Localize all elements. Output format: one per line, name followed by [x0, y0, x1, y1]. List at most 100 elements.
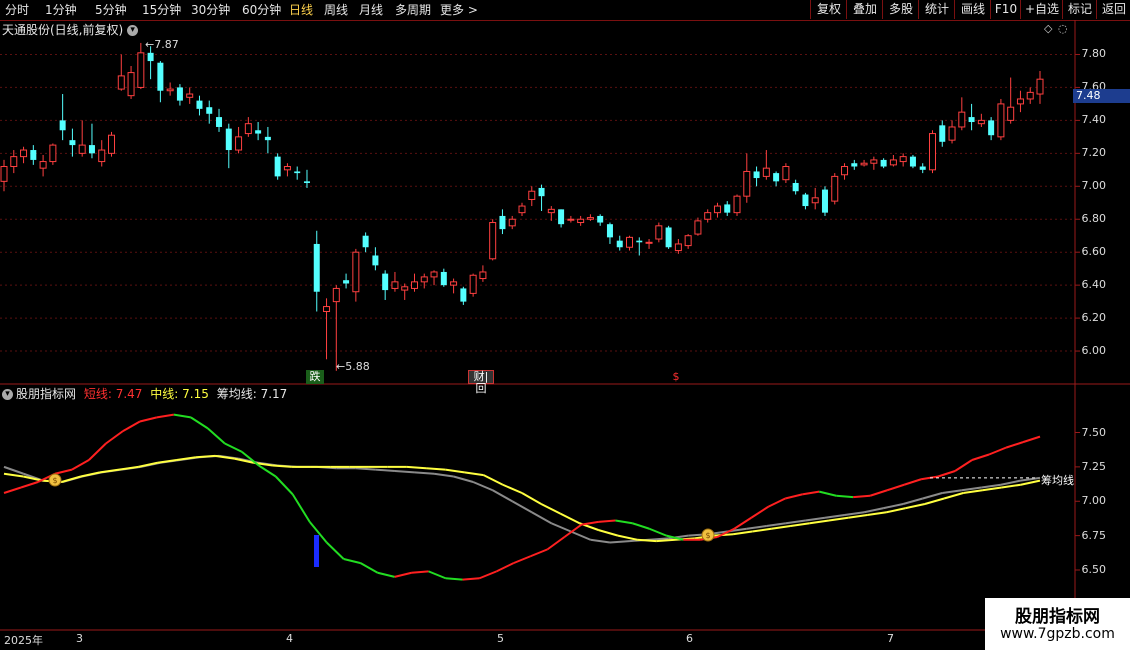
finance-marker[interactable]: 财|回: [468, 370, 494, 395]
low-value: 5.88: [345, 360, 370, 373]
short-line-segment: [343, 558, 361, 565]
low-annotation: ←5.88: [336, 360, 370, 373]
mid-line-segment: [559, 512, 581, 525]
chip-line-segment: [863, 507, 884, 514]
mid-line-segment: [118, 465, 139, 471]
short-line-segment: [954, 459, 973, 472]
candle-body: [1016, 98, 1024, 105]
chip-line-segment: [590, 538, 611, 544]
short-line-segment: [325, 541, 345, 560]
chip-line-segment: [472, 481, 494, 492]
candlestick-chart[interactable]: $$: [0, 0, 1130, 650]
mid-line-segment: [195, 454, 216, 459]
mid-line-segment: [905, 503, 926, 510]
short-line-segment: [802, 490, 820, 496]
mid-line-segment: [617, 534, 638, 541]
short-line-segment: [139, 416, 158, 423]
candle-body: [420, 276, 428, 283]
chip-line-segment: [355, 467, 376, 471]
mid-line-segment: [752, 527, 772, 533]
money-bag-icon-glyph: $: [52, 476, 57, 485]
chip-line-segment: [922, 492, 943, 500]
indicator-title: ▾ 股朋指标网 短线: 7.47 中线: 7.15 筹均线: 7.17: [2, 386, 287, 402]
short-line-segment: [546, 536, 566, 551]
price-axis-label: 6.60: [1081, 245, 1107, 259]
candle-body: [870, 159, 878, 164]
candle-body: [733, 195, 741, 214]
chip-line-segment: [531, 511, 552, 525]
candle-body: [479, 271, 487, 280]
chip-line-segment: [453, 475, 474, 483]
short-line-segment: [818, 490, 837, 497]
chip-line-segment: [746, 525, 767, 530]
candle-body: [235, 136, 243, 151]
drop-marker[interactable]: 跌: [306, 370, 324, 384]
mid-line-segment: [483, 474, 504, 486]
short-line-segment: [190, 416, 209, 430]
chevron-down-icon[interactable]: ▾: [2, 389, 13, 400]
dollar-marker[interactable]: $: [670, 370, 682, 384]
candle-body: [851, 163, 858, 167]
candle-body: [977, 119, 985, 125]
candle-body: [39, 161, 47, 169]
mid-line-segment: [3, 472, 24, 478]
date-axis: 2025年 3 4 5 6 7: [0, 630, 1075, 650]
mid-line-segment: [828, 516, 849, 522]
mid-line-segment: [521, 492, 542, 505]
short-line-segment: [937, 470, 956, 478]
candle-body: [558, 209, 565, 225]
candle-body: [255, 130, 262, 134]
short-line-segment: [886, 483, 905, 492]
current-price-tag: 7.48: [1073, 89, 1130, 103]
short-line-segment: [971, 453, 990, 461]
short-line-segment: [836, 494, 854, 499]
candle-body: [597, 215, 604, 223]
candle-body: [401, 286, 409, 291]
candle-body: [704, 212, 712, 220]
mid-line-segment: [867, 511, 887, 516]
candle-body: [674, 243, 682, 252]
candle-body: [616, 240, 623, 248]
mid-line-segment: [99, 468, 120, 474]
candle-body: [78, 144, 86, 154]
mid-line-segment: [406, 465, 427, 470]
short-line-segment: [598, 519, 616, 523]
short-line-segment: [377, 571, 395, 578]
short-line-segment: [988, 446, 1007, 456]
high-annotation: ←7.87: [145, 38, 179, 51]
mid-line-segment: [1020, 479, 1041, 486]
candle-body: [860, 162, 868, 166]
candle-body: [606, 224, 613, 238]
mid-line-segment: [214, 454, 235, 460]
candle-body: [841, 166, 849, 176]
candle-body: [919, 166, 926, 170]
mid-line-segment: [272, 464, 292, 468]
short-line-segment: [750, 505, 769, 519]
mid-line-segment: [963, 489, 983, 494]
candle-body: [724, 204, 731, 213]
chip-line-segment: [570, 530, 591, 541]
candle-body: [157, 62, 164, 91]
chip-line-segment: [414, 471, 435, 475]
candle-body: [713, 205, 721, 214]
chip-line-segment: [609, 540, 630, 544]
candle-body: [450, 281, 458, 286]
candle-body: [225, 128, 232, 151]
candle-body: [586, 217, 594, 220]
candle-body: [313, 243, 320, 292]
candle-body: [880, 159, 887, 167]
candle-body: [743, 170, 751, 197]
short-line-segment: [632, 522, 650, 530]
short-line-segment: [3, 486, 22, 494]
short-line-segment: [54, 468, 73, 475]
short-line-segment: [224, 442, 243, 453]
candle-body: [782, 166, 790, 181]
chip-line-segment: [550, 522, 572, 533]
candle-body: [460, 288, 467, 302]
mid-line-segment: [637, 538, 657, 543]
price-axis-label: 6.40: [1081, 278, 1107, 292]
candle-body: [831, 175, 839, 202]
short-line-segment: [122, 420, 141, 432]
indicator-name: 股朋指标网: [16, 387, 77, 401]
short-line-segment: [903, 478, 922, 486]
